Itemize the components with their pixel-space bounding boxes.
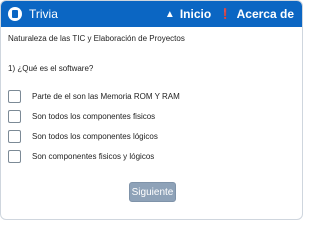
answer-checkbox[interactable] [8, 129, 21, 143]
subject-title: Naturaleza de las TIC y Elaboración de P… [8, 34, 185, 43]
question-text: 1) ¿Qué es el software? [8, 64, 94, 73]
next-button[interactable]: Siguiente [129, 182, 176, 202]
answer-options: Parte de el son las Memoria ROM Y RAM So… [8, 88, 295, 164]
home-label: Inicio [179, 7, 212, 21]
about-nav-item[interactable]: ❗ Acerca de [219, 7, 294, 21]
answer-label: Son todos los componentes fisicos [32, 111, 156, 121]
answer-option[interactable]: Son todos los componentes fisicos [8, 108, 295, 124]
about-label: Acerca de [236, 7, 294, 21]
home-nav-item[interactable]: ▲ Inicio [165, 7, 211, 21]
answer-option[interactable]: Son componentes fisicos y lógicos [8, 148, 295, 164]
action-bar: Trivia ▲ Inicio ❗ Acerca de [1, 1, 302, 27]
quiz-content: Naturaleza de las TIC y Elaboración de P… [1, 34, 302, 164]
answer-label: Son componentes fisicos y lógicos [32, 151, 155, 161]
answer-checkbox[interactable] [8, 149, 21, 163]
info-icon: ❗ [219, 8, 232, 20]
answer-label: Parte de el son las Memoria ROM Y RAM [32, 91, 180, 101]
answer-checkbox[interactable] [8, 89, 21, 103]
answer-checkbox[interactable] [8, 109, 21, 123]
answer-label: Son todos los componentes lógicos [32, 131, 158, 141]
app-title: Trivia [29, 7, 58, 21]
app-window: Trivia ▲ Inicio ❗ Acerca de Naturaleza d… [0, 0, 303, 220]
home-icon: ▲ [164, 8, 175, 20]
app-logo-icon [8, 7, 22, 21]
answer-option[interactable]: Parte de el son las Memoria ROM Y RAM [8, 88, 295, 104]
answer-option[interactable]: Son todos los componentes lógicos [8, 128, 295, 144]
